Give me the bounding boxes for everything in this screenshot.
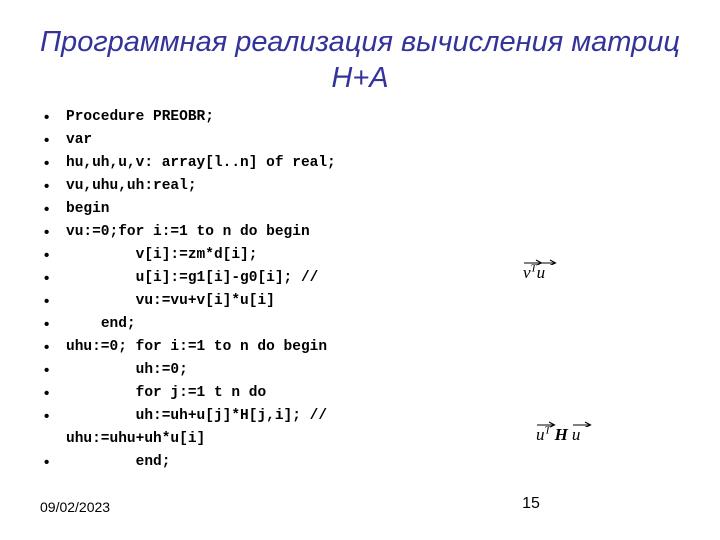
vector-u: u	[536, 258, 557, 282]
formula-u-transpose-h-u: uT Hu	[536, 420, 592, 444]
code-line: end;	[36, 313, 456, 336]
code-line: for j:=1 t n do	[36, 382, 456, 405]
vector-v: v	[523, 258, 543, 282]
code-line: Procedure PREOBR;	[36, 106, 456, 129]
code-line: hu,uh,u,v: array[l..n] of real;	[36, 152, 456, 175]
vector-u-right: u	[571, 420, 592, 444]
slide-number: 15	[522, 495, 540, 512]
code-line: u[i]:=g1[i]-g0[i]; //	[36, 267, 456, 290]
code-line: vu:=vu+v[i]*u[i]	[36, 290, 456, 313]
formula2-superscript: T	[544, 424, 551, 437]
code-line: var	[36, 129, 456, 152]
page-title: Программная реализация вычисления матриц…	[36, 24, 684, 96]
code-line: begin	[36, 198, 456, 221]
formula2-matrix-h: H	[554, 425, 568, 444]
slide: Программная реализация вычисления матриц…	[0, 0, 720, 540]
code-line: vu,uhu,uh:real;	[36, 175, 456, 198]
vector-u-left: u	[536, 420, 556, 444]
code-line: uhu:=0; for i:=1 to n do begin	[36, 336, 456, 359]
formula2-operand-left: u	[536, 425, 545, 444]
formula2-operand-right: u	[571, 425, 581, 444]
code-listing: Procedure PREOBR;varhu,uh,u,v: array[l..…	[36, 106, 456, 474]
code-line: vu:=0;for i:=1 to n do begin	[36, 221, 456, 244]
code-line: uh:=uh+u[j]*H[j,i]; // uhu:=uhu+uh*u[i]	[36, 405, 456, 451]
formula-operand-right: u	[536, 263, 546, 282]
formula-v-transpose-u: vT u	[523, 258, 557, 282]
code-line: v[i]:=zm*d[i];	[36, 244, 456, 267]
formula-operand-left: v	[523, 263, 531, 282]
code-line: uh:=0;	[36, 359, 456, 382]
page-title-text: Программная реализация вычисления матриц…	[40, 26, 680, 94]
footer-date: 09/02/2023	[40, 499, 111, 515]
code-line: end;	[36, 451, 456, 474]
